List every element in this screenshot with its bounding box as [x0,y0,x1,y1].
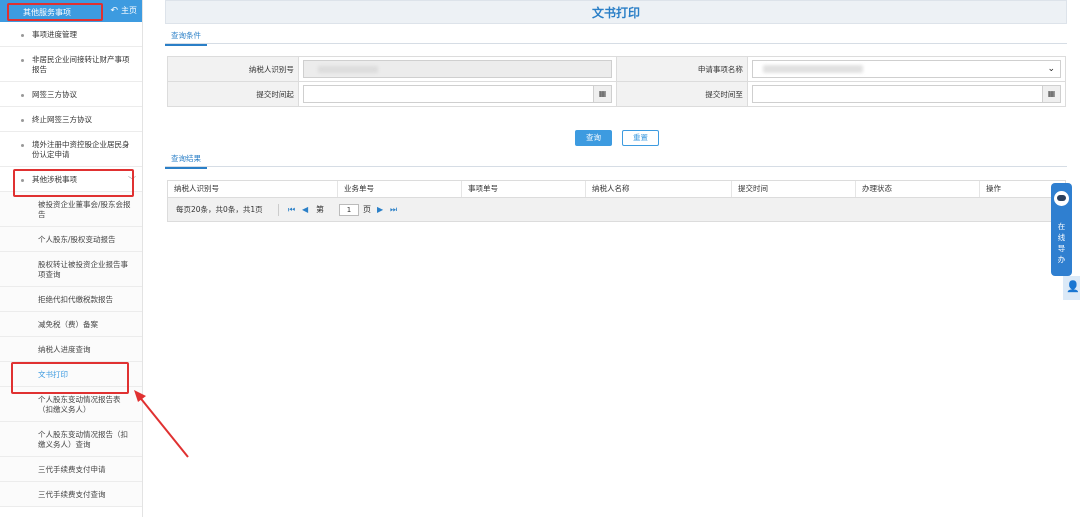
page-title: 文书打印 [591,6,640,20]
pager-info: 每页20条，共0条，共1页 [176,205,263,214]
online-guide-widget[interactable]: 在线导办 [1051,183,1072,276]
sidebar-subitem-taxpayer-progress[interactable]: 纳税人进度查询 [0,337,142,362]
sidebar-header: 其他服务事项 ↶ 主页 [0,0,142,22]
redacted-value [317,66,378,73]
sidebar-item-label: 境外注册中资控股企业居民身份认定申请 [32,140,130,159]
page-title-bar: 文书打印 [165,0,1067,24]
sidebar-subitem-shareholder-change-query[interactable]: 个人股东变动情况报告（扣缴义务人）查询 [0,422,142,457]
sidebar-subitem-label: 纳税人进度查询 [38,345,91,354]
sidebar-item-indirect-transfer[interactable]: 非居民企业间接转让财产事项报告 [0,47,142,82]
sidebar-subitem-tax-relief-filing[interactable]: 减免税（费）备案 [0,312,142,337]
main-content: 文书打印 查询条件 纳税人识别号 申请事项名称 ⌄ 提交时间起 ▦ 提交时间至 … [155,0,1075,517]
chevron-down-icon: ﹀ [128,176,136,185]
sidebar-subitem-label: 被投资企业董事会/股东会报告 [38,200,131,219]
sidebar-subitem-fee-payment-query[interactable]: 三代手续费支付查询 [0,482,142,507]
sidebar-item-progress[interactable]: 事项进度管理 [0,22,142,47]
sidebar-item-label: 终止网签三方协议 [32,115,92,124]
result-grid-header: 纳税人识别号 业务单号 事项单号 纳税人名称 提交时间 办理状态 操作 [167,180,1066,198]
pager: 每页20条，共0条，共1页 ⏮ ◀ 第 1 页 ▶ ⏭ [167,198,1066,222]
bullet-icon [21,179,24,182]
result-section-tab: 查询结果 [165,151,1067,169]
tab-query-results[interactable]: 查询结果 [165,151,207,169]
sidebar-subitem-label: 股权转让被投资企业报告事项查询 [38,260,128,279]
sidebar-item-label: 网签三方协议 [32,90,77,99]
calendar-icon[interactable]: ▦ [592,86,611,102]
sidebar-item-label: 其他涉税事项 [32,175,77,184]
column-header[interactable]: 事项单号 [462,181,586,197]
sidebar-subitem-label: 减免税（费）备案 [38,320,98,329]
matter-name-select[interactable]: ⌄ [751,60,1061,78]
submit-to-date-input[interactable]: ▦ [751,85,1061,103]
submit-from-date-input[interactable]: ▦ [302,85,612,103]
sidebar-subitem-label: 文书打印 [38,370,68,379]
online-guide-label-char: 线 [1057,233,1066,242]
column-header[interactable]: 纳税人名称 [586,181,732,197]
sidebar-title[interactable]: 其他服务事项 [7,3,103,21]
page-prefix: 第 [316,205,324,214]
bullet-icon [21,34,24,37]
sidebar-subitem-label: 个人股东变动情况报告（扣缴义务人）查询 [38,430,128,449]
column-header[interactable]: 提交时间 [732,181,856,197]
sidebar-subitem-label: 个人股东变动情况报告表（扣缴义务人） [38,395,121,414]
sidebar-item-label: 事项进度管理 [32,30,77,39]
sidebar-subitem-shareholder-change-form[interactable]: 个人股东变动情况报告表（扣缴义务人） [0,387,142,422]
next-page-icon[interactable]: ▶ [377,198,383,222]
user-service-widget[interactable]: 👤 [1063,276,1080,300]
prev-page-icon[interactable]: ◀ [302,198,308,222]
online-guide-label-char: 在 [1057,222,1066,231]
sidebar: 其他服务事项 ↶ 主页 事项进度管理 非居民企业间接转让财产事项报告 网签三方协议… [0,0,143,517]
page-number-input[interactable]: 1 [339,204,359,216]
column-header[interactable]: 业务单号 [338,181,462,197]
bullet-icon [21,94,24,97]
online-guide-label: 在线导办 [1051,221,1072,265]
online-guide-label-char: 办 [1057,255,1066,264]
sidebar-subitem-label: 三代手续费支付查询 [38,490,106,499]
home-link[interactable]: ↶ 主页 [110,4,137,18]
sidebar-subitem-refuse-withholding[interactable]: 拒绝代扣代缴税款报告 [0,287,142,312]
sidebar-subitem-label: 三代手续费支付申请 [38,465,106,474]
taxpayer-id-field[interactable] [302,60,612,78]
sidebar-item-label: 非居民企业间接转让财产事项报告 [32,55,130,74]
sidebar-item-sign-agreement[interactable]: 网签三方协议 [0,82,142,107]
home-label: 主页 [121,6,137,15]
query-section-tab: 查询条件 [165,28,1067,46]
sidebar-subitem-fee-payment-apply[interactable]: 三代手续费支付申请 [0,457,142,482]
pager-divider [278,204,279,216]
bullet-icon [21,59,24,62]
matter-name-label: 申请事项名称 [615,56,748,82]
query-button[interactable]: 查询 [575,130,612,146]
sidebar-subitem-equity-transfer-query[interactable]: 股权转让被投资企业报告事项查询 [0,252,142,287]
bullet-icon [21,144,24,147]
column-header[interactable]: 办理状态 [856,181,980,197]
taxpayer-id-label: 纳税人识别号 [167,56,299,82]
tab-query-conditions[interactable]: 查询条件 [165,28,207,46]
sidebar-menu: 事项进度管理 非居民企业间接转让财产事项报告 网签三方协议 终止网签三方协议 境… [0,22,142,507]
sidebar-item-resident-identity[interactable]: 境外注册中资控股企业居民身份认定申请 [0,132,142,167]
sidebar-item-terminate-agreement[interactable]: 终止网签三方协议 [0,107,142,132]
last-page-icon[interactable]: ⏭ [390,198,397,222]
user-icon: 👤 [1066,280,1080,293]
sidebar-item-other-tax-matters[interactable]: 其他涉税事项 ﹀ [0,167,142,192]
sidebar-subitem-label: 个人股东/股权变动报告 [38,235,116,244]
robot-avatar-icon [1054,191,1069,206]
query-form: 纳税人识别号 申请事项名称 ⌄ 提交时间起 ▦ 提交时间至 ▦ [167,56,1067,107]
sidebar-subitem-board-report[interactable]: 被投资企业董事会/股东会报告 [0,192,142,227]
column-header[interactable]: 纳税人识别号 [168,181,338,197]
chevron-down-icon: ⌄ [1047,64,1055,74]
submit-to-label: 提交时间至 [615,81,748,107]
redacted-value [762,65,863,73]
online-guide-label-char: 导 [1057,244,1066,253]
first-page-icon[interactable]: ⏮ [288,198,295,222]
sidebar-subitem-document-print[interactable]: 文书打印 [0,362,142,387]
page-suffix: 页 [363,205,371,214]
back-arrow-icon: ↶ [110,6,118,16]
calendar-icon[interactable]: ▦ [1042,86,1060,102]
sidebar-subitem-label: 拒绝代扣代缴税款报告 [38,295,113,304]
sidebar-subitem-shareholder-change[interactable]: 个人股东/股权变动报告 [0,227,142,252]
bullet-icon [21,119,24,122]
reset-button[interactable]: 重置 [622,130,659,146]
submit-from-label: 提交时间起 [167,81,299,107]
